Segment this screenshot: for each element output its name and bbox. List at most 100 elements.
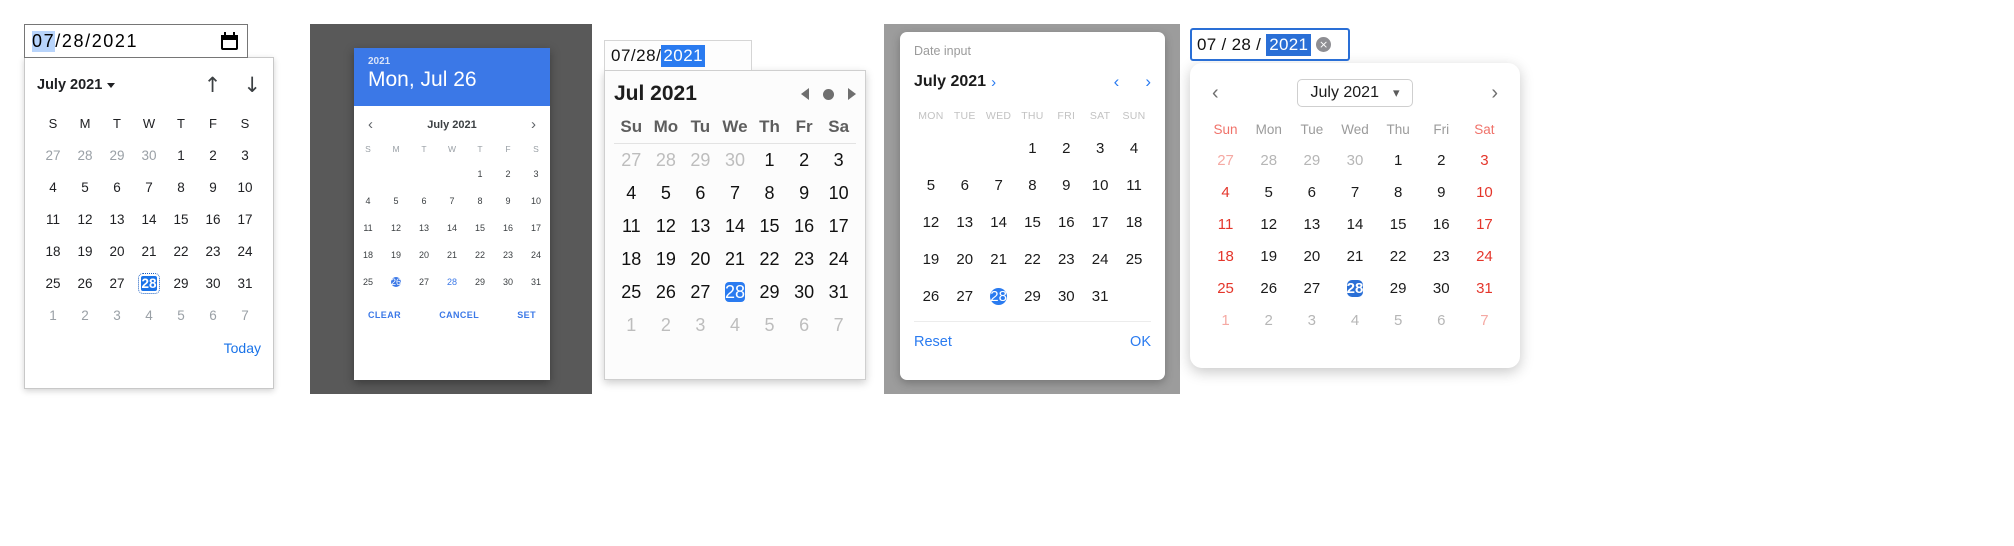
- calendar-day[interactable]: 20: [948, 241, 982, 278]
- calendar-day[interactable]: 26: [649, 276, 684, 309]
- calendar-day[interactable]: 29: [101, 140, 133, 172]
- calendar-day[interactable]: 5: [1247, 177, 1290, 209]
- calendar-day[interactable]: 1: [1204, 305, 1247, 337]
- calendar-day[interactable]: 29: [683, 144, 718, 178]
- calendar-day[interactable]: 18: [354, 242, 382, 269]
- calendar-day[interactable]: 6: [101, 172, 133, 204]
- calendar-day[interactable]: 5: [752, 309, 787, 342]
- calendar-day[interactable]: 6: [1290, 177, 1333, 209]
- calendar-day[interactable]: 3: [229, 140, 261, 172]
- calendar-day[interactable]: 8: [1016, 167, 1050, 204]
- calendar-day[interactable]: 28: [649, 144, 684, 178]
- calendar-day[interactable]: 14: [133, 204, 165, 236]
- calendar-day[interactable]: 2: [197, 140, 229, 172]
- calendar-day[interactable]: 5: [69, 172, 101, 204]
- calendar-day[interactable]: 13: [1290, 209, 1333, 241]
- calendar-day[interactable]: 29: [466, 269, 494, 296]
- calendar-day[interactable]: 30: [1333, 145, 1376, 177]
- calendar-icon[interactable]: [221, 31, 240, 51]
- calendar-day[interactable]: 26: [1247, 273, 1290, 305]
- calendar-day[interactable]: 23: [787, 243, 822, 276]
- calendar-day[interactable]: 14: [1333, 209, 1376, 241]
- calendar-day[interactable]: 21: [1333, 241, 1376, 273]
- calendar-day[interactable]: 23: [197, 236, 229, 268]
- calendar-day[interactable]: 24: [522, 242, 550, 269]
- calendar-day[interactable]: 27: [410, 269, 438, 296]
- calendar-day[interactable]: 31: [229, 268, 261, 300]
- calendar-day[interactable]: 7: [133, 172, 165, 204]
- calendar-day[interactable]: 10: [821, 177, 856, 210]
- calendar-day[interactable]: 29: [752, 276, 787, 309]
- calendar-day[interactable]: 10: [1083, 167, 1117, 204]
- calendar-day[interactable]: 17: [229, 204, 261, 236]
- calendar-day[interactable]: 15: [1016, 204, 1050, 241]
- day-segment[interactable]: 28: [636, 46, 656, 66]
- calendar-day[interactable]: 12: [649, 210, 684, 243]
- calendar-day[interactable]: 16: [494, 215, 522, 242]
- calendar-day[interactable]: 29: [1377, 273, 1420, 305]
- calendar-day[interactable]: 6: [683, 177, 718, 210]
- dot-icon[interactable]: [823, 88, 834, 100]
- calendar-day[interactable]: 8: [165, 172, 197, 204]
- calendar-day[interactable]: 19: [382, 242, 410, 269]
- calendar-day[interactable]: 12: [69, 204, 101, 236]
- calendar-day[interactable]: 4: [614, 177, 649, 210]
- calendar-day[interactable]: 30: [1049, 278, 1083, 315]
- prev-triangle-icon[interactable]: [801, 88, 809, 100]
- date-input-field[interactable]: 07 / 28 / 2021 ×: [1190, 28, 1350, 61]
- calendar-day[interactable]: 21: [982, 241, 1016, 278]
- calendar-day[interactable]: 18: [614, 243, 649, 276]
- month-segment[interactable]: 07: [1197, 35, 1217, 55]
- calendar-day[interactable]: 7: [1463, 305, 1506, 337]
- calendar-day[interactable]: 2: [69, 300, 101, 332]
- calendar-day[interactable]: 7: [229, 300, 261, 332]
- date-input-field[interactable]: 07/28/2021: [604, 40, 752, 70]
- calendar-day-selected[interactable]: 28: [982, 278, 1016, 315]
- calendar-day[interactable]: 22: [1016, 241, 1050, 278]
- calendar-day[interactable]: 27: [1204, 145, 1247, 177]
- calendar-day[interactable]: 15: [752, 210, 787, 243]
- calendar-day[interactable]: 22: [466, 242, 494, 269]
- day-segment[interactable]: 28: [1232, 35, 1252, 55]
- calendar-day[interactable]: 6: [197, 300, 229, 332]
- calendar-day[interactable]: 7: [821, 309, 856, 342]
- calendar-day[interactable]: 3: [683, 309, 718, 342]
- calendar-day[interactable]: 23: [1049, 241, 1083, 278]
- calendar-day[interactable]: 10: [229, 172, 261, 204]
- next-month-chevron-icon[interactable]: ›: [531, 116, 536, 133]
- calendar-day[interactable]: 3: [821, 144, 856, 178]
- calendar-day[interactable]: 30: [1420, 273, 1463, 305]
- calendar-day[interactable]: 6: [1420, 305, 1463, 337]
- calendar-day[interactable]: 20: [101, 236, 133, 268]
- calendar-day[interactable]: 31: [1083, 278, 1117, 315]
- calendar-day[interactable]: 17: [522, 215, 550, 242]
- calendar-day[interactable]: 18: [1204, 241, 1247, 273]
- prev-month-chevron-icon[interactable]: ‹: [368, 116, 373, 133]
- calendar-day[interactable]: 11: [37, 204, 69, 236]
- calendar-day[interactable]: 7: [438, 188, 466, 215]
- chevron-down-icon[interactable]: [107, 82, 116, 88]
- calendar-day[interactable]: 9: [1420, 177, 1463, 209]
- calendar-day[interactable]: 16: [197, 204, 229, 236]
- calendar-day[interactable]: 11: [1204, 209, 1247, 241]
- calendar-day[interactable]: 28: [438, 269, 466, 296]
- calendar-day[interactable]: 20: [683, 243, 718, 276]
- month-segment[interactable]: 07: [32, 30, 56, 52]
- calendar-day[interactable]: 2: [649, 309, 684, 342]
- prev-month-chevron-icon[interactable]: ‹: [1114, 72, 1120, 92]
- next-month-arrow-icon[interactable]: ↓: [243, 74, 261, 96]
- calendar-day[interactable]: 6: [948, 167, 982, 204]
- calendar-day[interactable]: 11: [354, 215, 382, 242]
- calendar-day[interactable]: 21: [133, 236, 165, 268]
- calendar-day[interactable]: 22: [752, 243, 787, 276]
- calendar-day[interactable]: 30: [197, 268, 229, 300]
- clear-button[interactable]: CLEAR: [368, 310, 401, 320]
- calendar-day[interactable]: 18: [37, 236, 69, 268]
- calendar-day[interactable]: 3: [1083, 130, 1117, 167]
- calendar-day[interactable]: 24: [1463, 241, 1506, 273]
- next-triangle-icon[interactable]: [848, 88, 856, 100]
- month-year-label[interactable]: July 2021: [37, 77, 102, 93]
- calendar-day[interactable]: 10: [522, 188, 550, 215]
- calendar-day[interactable]: 1: [1016, 130, 1050, 167]
- calendar-day[interactable]: 1: [614, 309, 649, 342]
